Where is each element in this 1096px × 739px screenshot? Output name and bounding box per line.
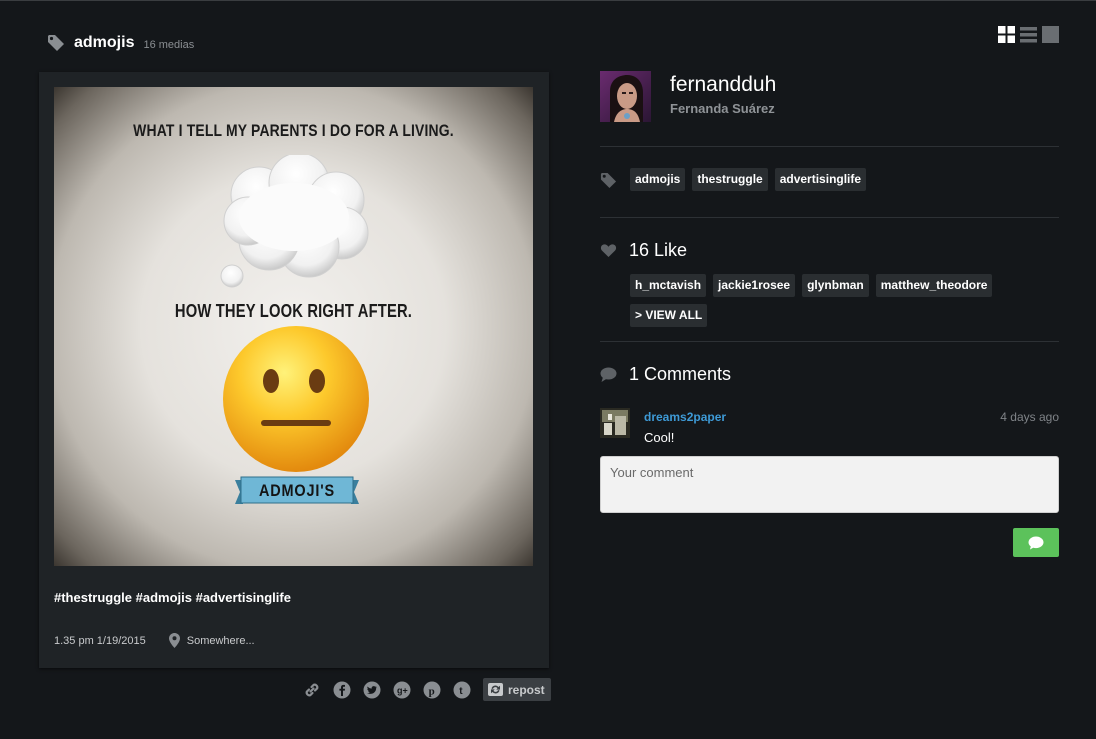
share-bar: g+ p t repost (303, 678, 551, 701)
view-toggles (998, 26, 1059, 43)
comment-time: 4 days ago (1000, 410, 1059, 424)
comments-count: 1 Comments (629, 364, 732, 384)
tag-chip[interactable]: advertisinglife (774, 168, 867, 191)
like-user-chip[interactable]: matthew_theodore (875, 274, 993, 297)
banner-label: ADMOJI'S (258, 481, 336, 500)
like-user-chip[interactable]: glynbman (802, 274, 869, 297)
grid-view-icon[interactable] (998, 26, 1015, 43)
likes-list: h_mctavish jackie1rosee glynbman matthew… (630, 274, 1059, 327)
comment-username[interactable]: dreams2paper (644, 410, 726, 424)
google-plus-icon[interactable]: g+ (393, 681, 411, 699)
post-caption: #thestruggle #admojis #advertisinglife (54, 590, 291, 605)
repost-icon (488, 683, 503, 696)
likes-count: 16 Like (629, 240, 688, 260)
post-datetime: 1.35 pm 1/19/2015 (54, 634, 146, 647)
post-card: WHAT I TELL MY PARENTS I DO FOR A LIVING… (39, 72, 549, 668)
repost-button[interactable]: repost (483, 678, 551, 701)
comment-input[interactable] (600, 456, 1059, 513)
tag-icon (48, 35, 64, 51)
twitter-icon[interactable] (363, 681, 381, 699)
comment-text: Cool! (644, 430, 675, 445)
tumblr-icon[interactable]: t (453, 681, 471, 699)
tag-icon (600, 172, 617, 189)
tag-chip[interactable]: thestruggle (692, 168, 768, 191)
location-pin-icon (168, 633, 180, 648)
divider (600, 146, 1059, 147)
send-comment-button[interactable] (1013, 528, 1059, 557)
media-count: 16 medias (143, 38, 195, 51)
comment-item: dreams2paper Cool! 4 days ago (600, 408, 1059, 458)
comments-header: 1 Comments (600, 364, 1059, 385)
neutral-face-emoji (223, 326, 369, 472)
avatar[interactable] (600, 408, 630, 438)
likes-header: 16 Like (600, 240, 1059, 261)
profile-header: fernandduh Fernanda Suárez (600, 71, 1059, 123)
repost-label: repost (508, 682, 545, 697)
heart-icon (600, 244, 617, 257)
avatar[interactable] (600, 71, 651, 122)
post-meta: 1.35 pm 1/19/2015 Somewhere... (54, 633, 255, 648)
facebook-icon[interactable] (333, 681, 351, 699)
single-view-icon[interactable] (1042, 26, 1059, 43)
divider (600, 341, 1059, 342)
tag-chip[interactable]: admojis (630, 168, 686, 191)
comment-bubble-icon (600, 367, 617, 382)
header: admojis 16 medias (47, 31, 194, 55)
comment-bubble-icon (1028, 536, 1044, 549)
list-view-icon[interactable] (1020, 26, 1037, 43)
tags-section: admojis thestruggle advertisinglife (600, 168, 1059, 191)
divider (600, 217, 1059, 218)
link-icon[interactable] (303, 681, 321, 699)
post-image[interactable]: WHAT I TELL MY PARENTS I DO FOR A LIVING… (54, 87, 533, 566)
post-details: fernandduh Fernanda Suárez admojis thest… (600, 71, 1059, 558)
profile-username[interactable]: fernandduh (670, 73, 776, 97)
brand-banner: ADMOJI'S (235, 474, 359, 508)
svg-text:p: p (429, 685, 435, 697)
post-location[interactable]: Somewhere... (187, 635, 255, 647)
pinterest-icon[interactable]: p (423, 681, 441, 699)
thought-cloud-illustration (220, 155, 369, 288)
image-middle-text: HOW THEY LOOK RIGHT AFTER. (174, 301, 413, 321)
image-top-text: WHAT I TELL MY PARENTS I DO FOR A LIVING… (133, 121, 454, 140)
like-user-chip[interactable]: h_mctavish (630, 274, 707, 297)
profile-fullname: Fernanda Suárez (670, 101, 775, 116)
like-user-chip[interactable]: jackie1rosee (713, 274, 796, 297)
collection-title[interactable]: admojis (74, 34, 134, 52)
svg-text:g+: g+ (397, 685, 408, 695)
view-all-likes-button[interactable]: > VIEW ALL (630, 304, 708, 327)
